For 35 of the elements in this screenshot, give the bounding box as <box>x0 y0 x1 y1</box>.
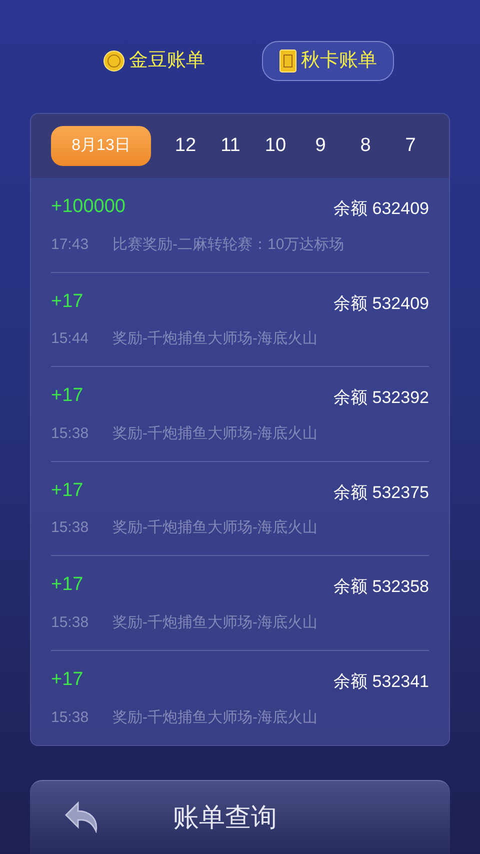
amount: +17 <box>51 668 84 692</box>
record-time: 17:43 <box>51 234 89 255</box>
record-description: 奖励-千炮捕鱼大师场-海底火山 <box>112 708 318 728</box>
record-time: 15:38 <box>51 518 89 538</box>
tab[interactable]: 金豆账单 <box>86 41 222 81</box>
coin-icon <box>103 50 125 72</box>
tab[interactable]: 秋卡账单 <box>262 41 394 81</box>
record-time: 15:38 <box>51 612 89 633</box>
record-description: 奖励-千炮捕鱼大师场-海底火山 <box>112 329 318 350</box>
balance: 余额 532358 <box>334 576 429 598</box>
balance: 余额 532375 <box>334 482 429 504</box>
record-description: 比赛奖励-二麻转轮赛：10万达标场 <box>112 234 344 255</box>
record-description: 奖励-千炮捕鱼大师场-海底火山 <box>112 518 318 538</box>
date-tab[interactable]: 12 <box>163 132 208 160</box>
date-tab[interactable]: 7 <box>388 132 433 160</box>
record-description: 奖励-千炮捕鱼大师场-海底火山 <box>112 424 318 444</box>
date-tab[interactable]: 9 <box>298 132 343 160</box>
record-time: 15:38 <box>51 708 89 728</box>
balance: 余额 532409 <box>334 292 429 315</box>
record-time: 15:38 <box>51 424 89 444</box>
date-tab[interactable]: 8 <box>343 132 388 160</box>
amount: +17 <box>51 384 84 408</box>
card-icon <box>279 49 297 73</box>
balance: 余额 532341 <box>334 671 429 694</box>
amount: +17 <box>51 573 84 598</box>
page-title: 账单查询 <box>173 801 278 834</box>
record-description: 奖励-千炮捕鱼大师场-海底火山 <box>112 612 318 633</box>
amount: +100000 <box>51 195 126 220</box>
date-tab[interactable]: 11 <box>208 132 253 160</box>
balance: 余额 632409 <box>334 198 429 220</box>
date-tab[interactable]: 10 <box>253 132 298 160</box>
balance: 余额 532392 <box>334 387 429 410</box>
amount: +17 <box>51 478 84 503</box>
amount: +17 <box>51 290 84 314</box>
record-time: 15:44 <box>51 329 89 350</box>
